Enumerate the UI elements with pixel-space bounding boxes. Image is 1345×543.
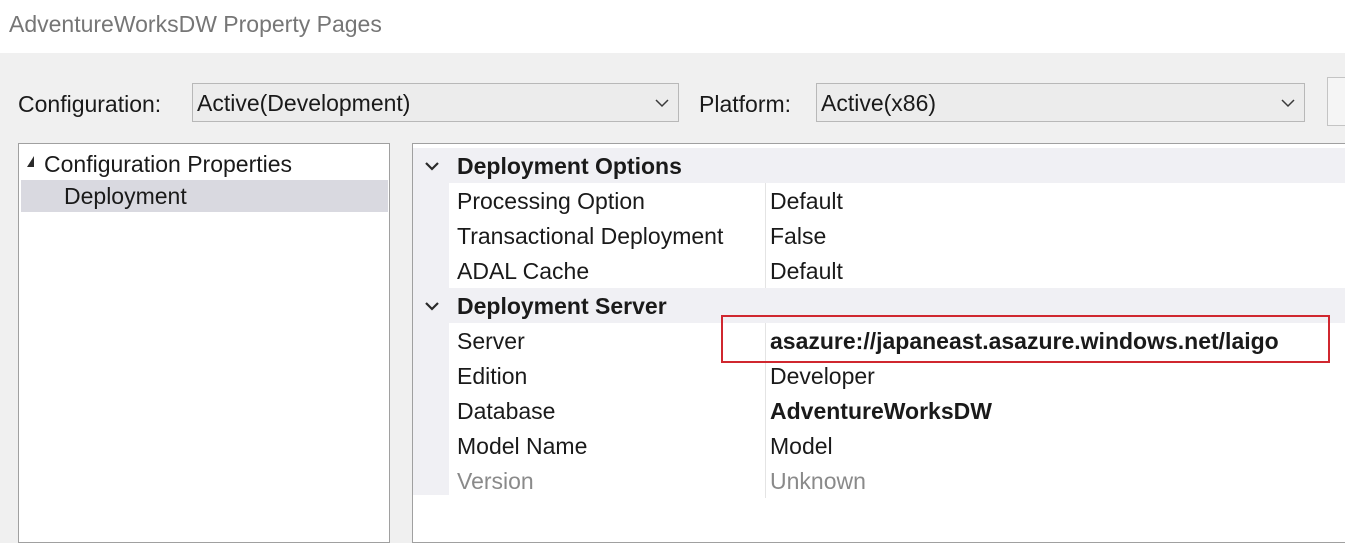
- column-divider: [765, 463, 766, 498]
- configuration-label: Configuration:: [18, 91, 162, 117]
- column-divider: [765, 358, 766, 393]
- property-row-processing-option[interactable]: Processing Option Default: [413, 183, 1345, 218]
- property-value[interactable]: False: [770, 223, 826, 250]
- property-row-model-name[interactable]: Model Name Model: [413, 428, 1345, 463]
- title-bar: AdventureWorksDW Property Pages: [0, 0, 1345, 53]
- property-row-edition[interactable]: Edition Developer: [413, 358, 1345, 393]
- platform-value: Active(x86): [821, 90, 937, 116]
- category-tree: Configuration Properties Deployment: [18, 143, 390, 543]
- property-name: ADAL Cache: [457, 258, 590, 284]
- chevron-down-icon[interactable]: [423, 297, 441, 315]
- column-divider: [765, 218, 766, 253]
- property-row-adal-cache[interactable]: ADAL Cache Default: [413, 253, 1345, 288]
- tree-item-label: Configuration Properties: [44, 151, 293, 177]
- column-divider: [765, 393, 766, 428]
- property-value[interactable]: Default: [770, 188, 843, 215]
- configuration-manager-button[interactable]: [1327, 77, 1345, 126]
- property-value[interactable]: Default: [770, 258, 843, 285]
- property-row-version[interactable]: Version Unknown: [413, 463, 1345, 498]
- server-highlight-box: [721, 315, 1330, 363]
- property-name: Model Name: [457, 433, 588, 459]
- column-divider: [765, 253, 766, 288]
- property-value[interactable]: AdventureWorksDW: [770, 398, 992, 425]
- property-name: Database: [457, 398, 556, 424]
- tree-item-configuration-properties[interactable]: Configuration Properties: [19, 148, 387, 180]
- window-title: AdventureWorksDW Property Pages: [9, 11, 382, 37]
- column-divider: [765, 428, 766, 463]
- platform-dropdown[interactable]: Active(x86): [816, 83, 1305, 122]
- property-name: Transactional Deployment: [457, 223, 724, 249]
- platform-label: Platform:: [699, 91, 792, 117]
- chevron-down-icon: [1281, 99, 1295, 108]
- triangle-expanded-icon[interactable]: [27, 156, 34, 167]
- property-value[interactable]: Developer: [770, 363, 875, 390]
- category-label: Deployment Server: [457, 293, 667, 319]
- category-label: Deployment Options: [457, 153, 682, 179]
- property-value: Unknown: [770, 468, 866, 494]
- column-divider: [765, 183, 766, 218]
- chevron-down-icon: [655, 99, 669, 108]
- property-name: Processing Option: [457, 188, 645, 214]
- property-row-transactional-deployment[interactable]: Transactional Deployment False: [413, 218, 1345, 253]
- property-name: Server: [457, 328, 525, 354]
- tree-item-label: Deployment: [64, 183, 187, 209]
- category-row-deployment-options[interactable]: Deployment Options: [413, 148, 1345, 183]
- tree-item-deployment[interactable]: Deployment: [21, 180, 388, 212]
- property-value[interactable]: Model: [770, 433, 833, 460]
- chevron-down-icon[interactable]: [423, 157, 441, 175]
- configuration-value: Active(Development): [197, 90, 411, 116]
- property-row-database[interactable]: Database AdventureWorksDW: [413, 393, 1345, 428]
- configuration-dropdown[interactable]: Active(Development): [192, 83, 679, 122]
- property-name: Edition: [457, 363, 528, 389]
- property-name: Version: [457, 468, 534, 494]
